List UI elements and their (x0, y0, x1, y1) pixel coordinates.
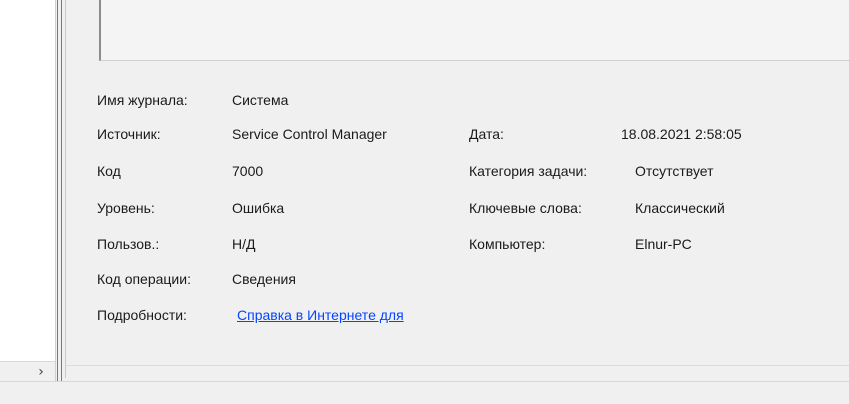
user-label: Пользов.: (97, 236, 160, 252)
task-category-value: Отсутствует (635, 163, 714, 179)
event-id-value: 7000 (232, 163, 264, 179)
event-id-label: Код (97, 163, 121, 179)
online-help-link[interactable]: Справка в Интернете для (237, 307, 404, 323)
event-description-box[interactable] (99, 0, 849, 61)
task-category-label: Категория задачи: (469, 163, 588, 179)
chevron-right-icon[interactable]: › (33, 363, 49, 381)
date-value: 18.08.2021 2:58:05 (621, 126, 742, 142)
event-details-pane: Имя журнала: Источник: Код Уровень: Поль… (65, 0, 849, 378)
status-bar (0, 381, 849, 404)
horizontal-scrollbar[interactable]: › (0, 361, 55, 382)
left-pane: › (0, 0, 56, 382)
more-info-label: Подробности: (97, 307, 187, 323)
date-label: Дата: (469, 126, 504, 142)
opcode-label: Код операции: (97, 271, 191, 287)
pane-splitter[interactable] (56, 0, 64, 381)
computer-label: Компьютер: (469, 236, 546, 252)
level-value: Ошибка (232, 200, 285, 216)
level-label: Уровень: (97, 200, 155, 216)
computer-value: Elnur-PC (635, 236, 692, 252)
event-details-panel: Имя журнала: Источник: Код Уровень: Поль… (66, 0, 849, 366)
user-value: Н/Д (232, 236, 256, 252)
opcode-value: Сведения (232, 271, 296, 287)
keywords-label: Ключевые слова: (469, 200, 582, 216)
source-value: Service Control Manager (232, 126, 387, 142)
log-name-value: Система (232, 92, 289, 108)
source-label: Источник: (97, 126, 161, 142)
log-name-label: Имя журнала: (97, 92, 188, 108)
keywords-value: Классический (635, 200, 725, 216)
